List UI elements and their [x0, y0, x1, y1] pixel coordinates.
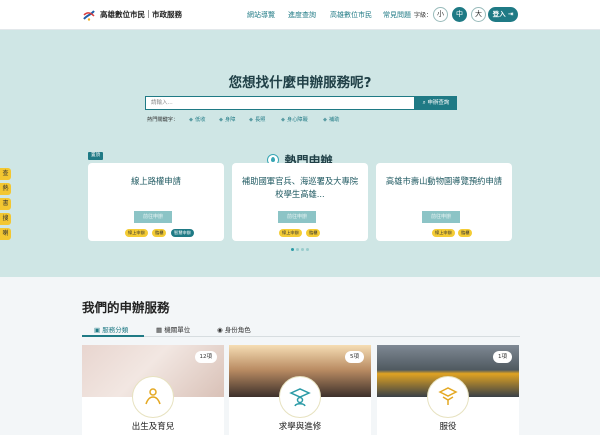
side-search-button[interactable]: 查	[0, 168, 11, 180]
hot-card-road[interactable]: 線上路權申請 前往申辦 線上申辦 臨櫃 智慧申辦	[88, 163, 224, 241]
pinned-label: 置頂	[88, 152, 103, 160]
brand-subtitle: 市政服務	[152, 10, 182, 19]
tag-icon: ◆	[249, 117, 253, 123]
tab-service-category[interactable]: ▣ 服務分類	[94, 324, 128, 334]
login-button[interactable]: 登入 ⇥	[488, 7, 518, 22]
tag-subsidy[interactable]: ◆ 補助	[323, 116, 339, 123]
active-tab-indicator	[82, 335, 144, 337]
font-size-label: 字級：	[414, 12, 433, 19]
person-icon: ◉	[217, 326, 223, 334]
font-medium-button[interactable]: 中	[452, 7, 467, 22]
carousel-dot[interactable]	[291, 248, 294, 251]
nav-site-map[interactable]: 網站導覽	[247, 10, 275, 20]
military-icon	[427, 376, 469, 418]
service-card-education[interactable]: 5項 求學與進修	[229, 345, 371, 435]
font-small-button[interactable]: 小	[433, 7, 448, 22]
tag-label: 身心障礙	[287, 117, 308, 123]
side-hot-button[interactable]: 熱	[0, 183, 11, 195]
side-book-button[interactable]: 書	[0, 198, 11, 210]
tag-label: 長照	[255, 117, 266, 123]
online-badge: 線上申辦	[279, 229, 302, 237]
tag-physical-mental[interactable]: ◆ 身心障礙	[281, 116, 308, 123]
tag-icon: ◆	[189, 117, 193, 123]
search-input[interactable]: 請輸入...	[145, 96, 415, 110]
login-label: 登入	[492, 10, 506, 18]
nav-progress[interactable]: 進度查詢	[288, 10, 316, 20]
counter-badge: 臨櫃	[306, 229, 321, 237]
service-card-birth[interactable]: 12項 出生及育兒	[82, 345, 224, 435]
tag-label: 補助	[329, 117, 340, 123]
building-icon: ▦	[156, 326, 163, 334]
tab-label: 機關單位	[164, 326, 191, 334]
tag-icon: ◆	[219, 117, 223, 123]
search-button-label: 申辦查詢	[427, 100, 450, 106]
carousel-dot[interactable]	[296, 248, 299, 251]
search-button[interactable]: ⌕ 申辦查詢	[415, 96, 457, 110]
counter-badge: 臨櫃	[458, 229, 473, 237]
tab-identity[interactable]: ◉ 身份角色	[217, 324, 251, 334]
tag-low-income[interactable]: ◆ 低收	[189, 116, 205, 123]
nav-faq[interactable]: 常見問題	[383, 10, 411, 20]
hero-title: 您想找什麼申辦服務呢?	[228, 75, 372, 91]
tag-long-term-care[interactable]: ◆ 長照	[249, 116, 265, 123]
apply-button[interactable]: 前往申辦	[278, 211, 316, 223]
card-title: 高雄市壽山動物園導覽預約申請	[385, 176, 503, 186]
hot-card-zoo[interactable]: 高雄市壽山動物園導覽預約申請 前往申辦 線上申辦 臨櫃	[376, 163, 512, 241]
service-name: 服役	[439, 422, 457, 432]
carousel-dot[interactable]	[306, 248, 309, 251]
search-icon: ⌕	[422, 100, 426, 106]
counter-badge: 臨櫃	[152, 229, 167, 237]
tab-agency[interactable]: ▦ 機關單位	[156, 324, 190, 334]
tab-divider	[82, 336, 520, 337]
brand[interactable]: 高雄數位市民 市政服務	[100, 9, 182, 20]
baby-icon	[132, 376, 174, 418]
hero: 您想找什麼申辦服務呢? 請輸入... ⌕ 申辦查詢 熱門關鍵字： ◆ 低收 ◆ 身障…	[0, 30, 600, 277]
item-count: 5項	[345, 351, 364, 363]
smart-badge: 智慧申辦	[171, 229, 194, 237]
card-title: 線上路權申請	[131, 176, 181, 186]
online-badge: 線上申辦	[125, 229, 148, 237]
tab-label: 服務分類	[102, 326, 129, 334]
online-badge: 線上申辦	[432, 229, 455, 237]
hot-keywords-label: 熱門關鍵字：	[147, 117, 179, 123]
service-name: 求學與進修	[278, 422, 322, 432]
graduate-icon	[279, 376, 321, 418]
services-section: 我們的申辦服務 ▣ 服務分類 ▦ 機關單位 ◉ 身份角色 12項 出生及育兒 5…	[0, 277, 600, 435]
carousel-dot[interactable]	[301, 248, 304, 251]
tag-icon: ◆	[281, 117, 285, 123]
service-card-military[interactable]: 1項 服役	[377, 345, 519, 435]
brand-title: 高雄數位市民	[100, 10, 145, 19]
side-find-button[interactable]: 搜	[0, 213, 11, 225]
header: 高雄數位市民 市政服務 網站導覽 進度查詢 高雄數位市民 常見問題 字級： 小 中…	[0, 0, 600, 30]
services-title: 我們的申辦服務	[82, 300, 170, 315]
item-count: 1項	[493, 351, 512, 363]
item-count: 12項	[194, 351, 217, 363]
apply-button[interactable]: 前往申辦	[134, 211, 172, 223]
hot-card-subsidy[interactable]: 補助國軍官兵、海巡署及大專院校學生高雄... 前往申辦 線上申辦 臨櫃	[232, 163, 368, 241]
category-icon: ▣	[94, 326, 101, 334]
tag-icon: ◆	[323, 117, 327, 123]
tag-label: 身障	[225, 117, 236, 123]
font-large-button[interactable]: 大	[471, 7, 486, 22]
side-announce-button[interactable]: 喇	[0, 228, 11, 240]
kaohsiung-logo-icon[interactable]	[82, 8, 96, 22]
apply-button[interactable]: 前往申辦	[422, 211, 460, 223]
tab-label: 身份角色	[224, 326, 251, 334]
tag-disability[interactable]: ◆ 身障	[219, 116, 235, 123]
nav-digital-citizen[interactable]: 高雄數位市民	[330, 10, 372, 20]
tag-label: 低收	[195, 117, 206, 123]
card-title: 補助國軍官兵、海巡署及大專院校學生高雄...	[241, 176, 359, 199]
service-name: 出生及育兒	[131, 422, 175, 432]
